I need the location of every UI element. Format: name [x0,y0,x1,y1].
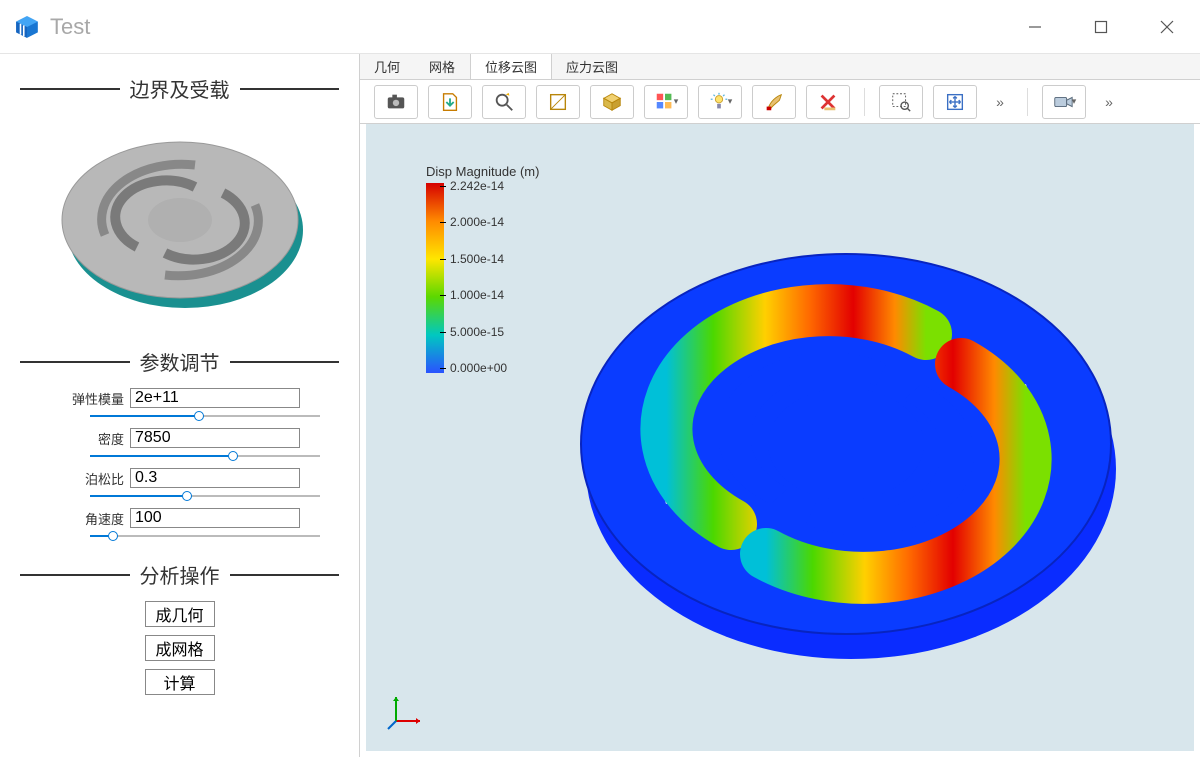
camera-icon[interactable] [374,85,418,119]
elastic-modulus-slider[interactable] [90,410,320,422]
angular-velocity-label: 角速度 [70,509,124,528]
density-label: 密度 [70,429,124,448]
sidebar: 边界及受载 参数调节 弹性模量 密度 [0,54,360,757]
brush-icon[interactable] [752,85,796,119]
elastic-modulus-label: 弹性模量 [70,389,124,408]
select-zoom-icon[interactable] [879,85,923,119]
poisson-label: 泊松比 [70,469,124,488]
angular-velocity-input[interactable] [130,508,300,528]
fit-icon[interactable] [933,85,977,119]
camera-view-icon[interactable]: ▾ [1042,85,1086,119]
generate-mesh-button[interactable]: 成网格 [145,635,215,661]
legend-tick: 5.000e-15 [450,325,507,339]
legend-tick: 1.500e-14 [450,252,507,266]
legend-tick: 2.000e-14 [450,215,507,229]
tabs: 几何 网格 位移云图 应力云图 [360,54,1200,80]
legend-tick: 0.000e+00 [450,361,507,375]
tab-mesh[interactable]: 网格 [415,54,470,79]
poisson-slider[interactable] [90,490,320,502]
geometry-preview [45,115,315,325]
tab-stress[interactable]: 应力云图 [552,54,633,79]
app-icon [14,14,40,40]
section-params-title: 参数调节 [130,347,230,376]
legend-colorbar [426,183,444,373]
delete-icon[interactable] [806,85,850,119]
close-button[interactable] [1134,0,1200,54]
viewport-3d[interactable]: Disp Magnitude (m) 2.242e-14 2.000e-14 1… [366,124,1194,751]
fea-result-mesh [526,194,1166,694]
cube-icon[interactable] [590,85,634,119]
blocks-icon[interactable]: ▾ [644,85,688,119]
tab-geometry[interactable]: 几何 [360,54,415,79]
color-legend: Disp Magnitude (m) 2.242e-14 2.000e-14 1… [426,164,539,375]
poisson-input[interactable] [130,468,300,488]
legend-tick: 2.242e-14 [450,179,507,193]
titlebar: Test [0,0,1200,54]
density-input[interactable] [130,428,300,448]
section-ops-title: 分析操作 [130,560,230,589]
toolbar-overflow-1[interactable]: » [987,85,1013,119]
toolbar: ▾ ▾ » ▾ » [360,80,1200,124]
legend-title: Disp Magnitude (m) [426,164,539,179]
tab-displacement[interactable]: 位移云图 [470,54,552,79]
zoom-icon[interactable] [482,85,526,119]
light-icon[interactable]: ▾ [698,85,742,119]
compute-button[interactable]: 计算 [145,669,215,695]
minimize-button[interactable] [1002,0,1068,54]
export-icon[interactable] [428,85,472,119]
section-boundary-title: 边界及受载 [120,74,240,103]
window-title: Test [50,14,90,40]
generate-geometry-button[interactable]: 成几何 [145,601,215,627]
toolbar-overflow-2[interactable]: » [1096,85,1122,119]
angular-velocity-slider[interactable] [90,530,320,542]
density-slider[interactable] [90,450,320,462]
axis-triad-icon [386,691,426,731]
legend-tick: 1.000e-14 [450,288,507,302]
maximize-button[interactable] [1068,0,1134,54]
elastic-modulus-input[interactable] [130,388,300,408]
box-select-icon[interactable] [536,85,580,119]
